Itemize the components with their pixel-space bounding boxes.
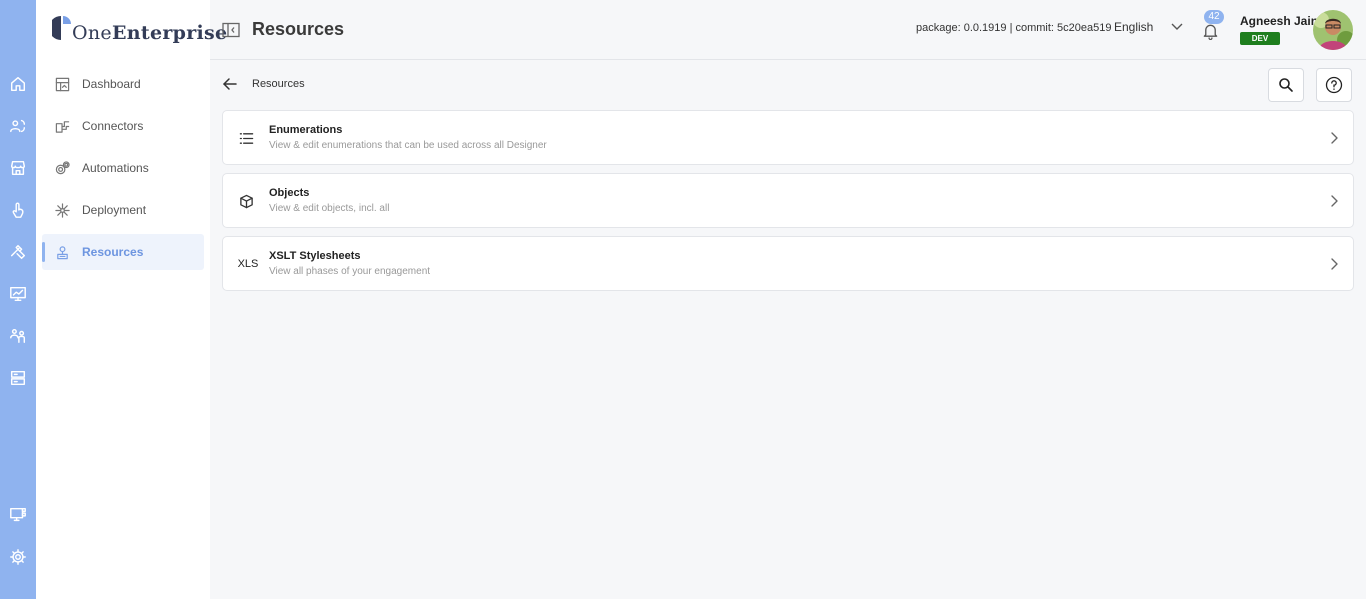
back-arrow-icon[interactable] — [222, 76, 240, 94]
icon-rail — [0, 0, 36, 599]
help-button[interactable] — [1316, 68, 1352, 102]
breadcrumb: Resources — [252, 78, 305, 90]
app-logo[interactable]: OneEnterprise — [52, 8, 227, 48]
gear-icon[interactable] — [6, 545, 30, 569]
card-title: XSLT Stylesheets — [269, 250, 361, 262]
sidebar-item-label: Connectors — [82, 119, 144, 133]
deployment-icon — [54, 202, 70, 218]
user-name: Agneesh Jain — [1240, 14, 1319, 28]
bell-icon — [1203, 24, 1218, 40]
home-icon[interactable] — [6, 72, 30, 96]
notification-count-badge: 42 — [1204, 10, 1224, 24]
monitor-chart-icon[interactable] — [6, 282, 30, 306]
sidebar-item-label: Resources — [82, 245, 144, 259]
sidebar-item-resources[interactable]: Resources — [42, 234, 204, 270]
avatar[interactable] — [1313, 10, 1353, 50]
list-icon — [237, 129, 255, 147]
env-badge: DEV — [1240, 32, 1280, 45]
notifications-button[interactable]: 42 — [1200, 10, 1224, 42]
automation-icon — [54, 160, 70, 176]
card-title: Enumerations — [269, 124, 343, 136]
server-icon[interactable] — [6, 366, 30, 390]
monitor-grid-icon[interactable] — [6, 503, 30, 527]
sidebar-item-automations[interactable]: Automations — [42, 150, 204, 186]
top-header: Resources package: 0.0.1919 | commit: 5c… — [210, 0, 1366, 60]
connector-icon — [54, 118, 70, 134]
sidebar-item-label: Dashboard — [82, 77, 141, 91]
help-icon — [1325, 76, 1343, 94]
language-select[interactable]: English — [1114, 20, 1184, 34]
logo-text: OneEnterprise — [72, 22, 228, 44]
card-description: View & edit objects, incl. all — [269, 203, 390, 214]
store-icon[interactable] — [6, 156, 30, 180]
search-icon — [1279, 78, 1293, 92]
resource-card-xslt-stylesheets[interactable]: XLS XSLT Stylesheets View all phases of … — [222, 236, 1354, 291]
resource-card-enumerations[interactable]: Enumerations View & edit enumerations th… — [222, 110, 1354, 165]
touch-icon[interactable] — [6, 198, 30, 222]
card-description: View all phases of your engagement — [269, 266, 431, 277]
sidebar-nav: Dashboard Connectors Automations Deploym… — [42, 66, 204, 276]
card-description: View & edit enumerations that can be use… — [269, 140, 547, 151]
resource-card-objects[interactable]: Objects View & edit objects, incl. all — [222, 173, 1354, 228]
users-sync-icon[interactable] — [6, 114, 30, 138]
page-title: Resources — [252, 19, 345, 39]
chevron-right-icon — [1329, 257, 1339, 271]
chevron-down-icon — [1171, 23, 1183, 30]
dashboard-icon — [54, 76, 70, 92]
cube-icon — [237, 192, 255, 210]
card-title: Objects — [269, 187, 310, 199]
chevron-right-icon — [1329, 194, 1339, 208]
sidebar-item-label: Deployment — [82, 203, 147, 217]
sidebar-item-deployment[interactable]: Deployment — [42, 192, 204, 228]
chevron-right-icon — [1329, 131, 1339, 145]
tools-icon[interactable] — [6, 240, 30, 264]
resources-icon — [54, 244, 70, 260]
people-icon[interactable] — [6, 324, 30, 348]
sidebar-item-connectors[interactable]: Connectors — [42, 108, 204, 144]
build-info: package: 0.0.1919 | commit: 5c20ea519 — [916, 22, 1112, 34]
sidebar-collapse-icon[interactable] — [222, 22, 240, 38]
xls-text-icon: XLS — [237, 258, 259, 270]
language-label: English — [1114, 20, 1154, 34]
sidebar-item-dashboard[interactable]: Dashboard — [42, 66, 204, 102]
search-button[interactable] — [1268, 68, 1304, 102]
sidebar: OneEnterprise Dashboard Connectors Autom… — [36, 0, 227, 599]
sidebar-item-label: Automations — [82, 161, 149, 175]
